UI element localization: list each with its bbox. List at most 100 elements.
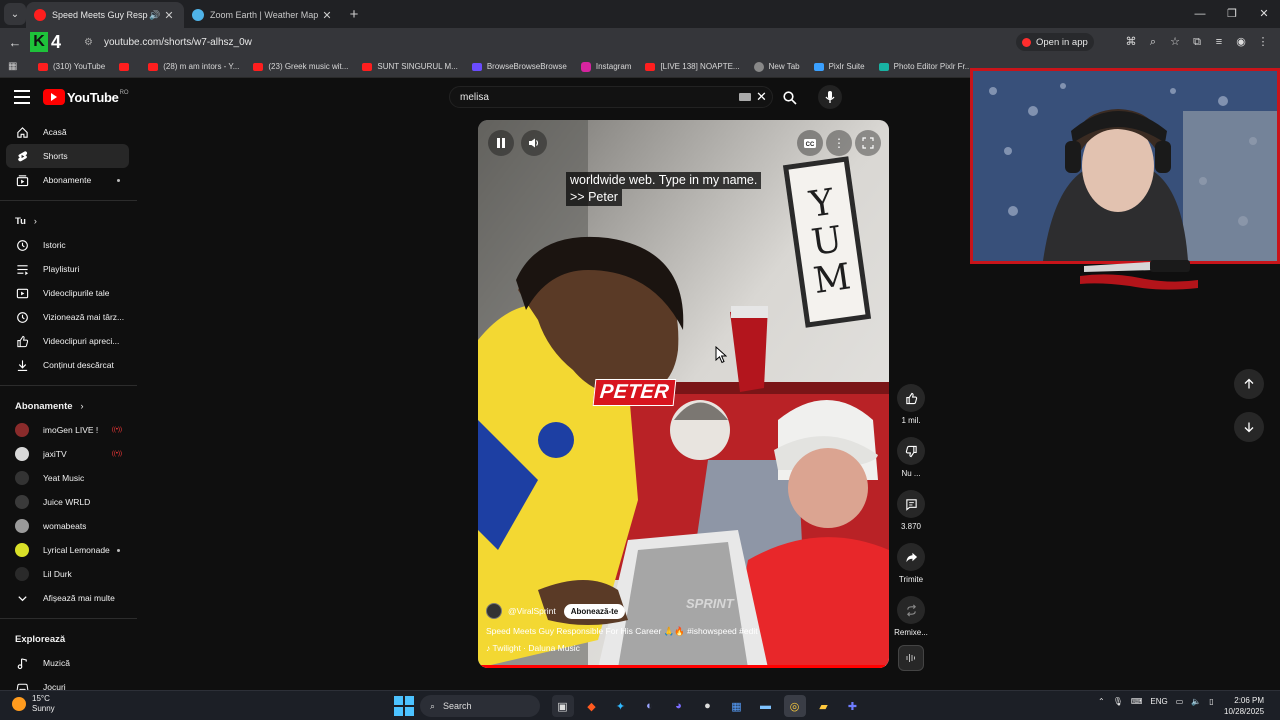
bookmark-item[interactable]: (23) Greek music wit... — [253, 62, 348, 71]
battery-icon[interactable]: ▯ — [1209, 697, 1213, 706]
sidebar-channel[interactable]: Juice WRLD — [0, 490, 140, 514]
dislike-button[interactable] — [897, 437, 925, 465]
url-field[interactable]: ⚙ youtube.com/shorts/w7-alhsz_0w — [84, 31, 944, 53]
minimize-icon[interactable]: — — [1184, 0, 1216, 28]
fullscreen-button[interactable] — [855, 130, 881, 156]
copilot-icon[interactable]: ✦ — [610, 695, 632, 717]
taskbar-search[interactable]: ⌕ Search — [420, 695, 540, 717]
menu-icon[interactable] — [14, 90, 30, 104]
profile-avatar-icon[interactable]: ◉ — [1230, 32, 1252, 52]
sidebar-item-your-videos[interactable]: Videoclipurile tale — [0, 281, 140, 305]
app-icon[interactable]: ◐ — [639, 695, 661, 717]
steam-icon[interactable]: ● — [697, 695, 719, 717]
sidebar-item-home[interactable]: Acasă — [0, 120, 140, 144]
language-indicator[interactable]: ENG — [1150, 697, 1167, 706]
browser-menu-icon[interactable]: ⋮ — [1252, 32, 1274, 52]
subscribe-button[interactable]: Abonează-te — [563, 603, 626, 619]
brave-browser-icon[interactable]: ◆ — [581, 695, 603, 717]
short-title[interactable]: Speed Meets Guy Responsible For His Care… — [486, 626, 826, 637]
captions-button[interactable]: CC — [797, 130, 823, 156]
open-in-app-button[interactable]: Open in app — [1016, 33, 1094, 51]
previous-short-button[interactable] — [1234, 369, 1264, 399]
sidebar-item-playlists[interactable]: Playlisturi — [0, 257, 140, 281]
comments-action[interactable]: 3.870 — [893, 490, 929, 543]
file-explorer-icon[interactable]: ▰ — [813, 695, 835, 717]
keyboard-icon[interactable] — [739, 93, 751, 101]
windows-start-icon[interactable] — [394, 696, 414, 716]
media-control-icon[interactable]: ≡ — [1208, 32, 1230, 52]
discord-icon[interactable]: ◕ — [668, 695, 690, 717]
taskbar-clock[interactable]: 2:06 PM 10/28/2025 — [1224, 695, 1264, 717]
bookmark-item[interactable]: SUNT SINGURUL M... — [362, 62, 458, 71]
voice-search-button[interactable] — [818, 85, 842, 109]
like-action[interactable]: 1 mil. — [893, 384, 929, 437]
sidebar-channel[interactable]: Lil Durk — [0, 562, 140, 586]
bookmark-item[interactable]: (28) m am intors - Y... — [148, 62, 239, 71]
microphone-icon[interactable]: 🎙 — [1113, 697, 1123, 706]
bookmark-item[interactable]: (310) YouTube — [38, 62, 105, 71]
comments-button[interactable] — [897, 490, 925, 518]
kick-extension-icon[interactable]: K4 — [30, 30, 72, 54]
share-action[interactable]: Trimite — [893, 543, 929, 596]
shorts-video-player[interactable]: Y U M CC ⋮ worldwide web. Type in my nam… — [478, 120, 889, 668]
volume-button[interactable] — [521, 130, 547, 156]
like-button[interactable] — [897, 384, 925, 412]
translate-icon[interactable]: ⌘ — [1120, 32, 1142, 52]
sidebar-channel[interactable]: jaxiTV ((•)) — [0, 442, 140, 466]
network-icon[interactable]: ▭ — [1176, 697, 1184, 706]
close-window-icon[interactable]: ✕ — [1248, 0, 1280, 28]
music-link[interactable]: ♪ Twilight · Daluna Music — [486, 643, 826, 653]
channel-handle[interactable]: @ViralSprint — [508, 606, 556, 616]
photos-icon[interactable]: ▬ — [755, 695, 777, 717]
sidebar-section-subscriptions[interactable]: Abonamente › — [0, 394, 140, 418]
avatar[interactable] — [486, 603, 502, 619]
bookmark-item[interactable]: New Tab — [753, 61, 800, 72]
restore-icon[interactable]: ❐ — [1216, 0, 1248, 28]
close-tab-icon[interactable]: ✕ — [162, 9, 176, 22]
weather-widget[interactable]: 15°C Sunny — [12, 694, 55, 714]
close-tab-icon[interactable]: ✕ — [320, 9, 334, 22]
calculator-icon[interactable]: ▦ — [726, 695, 748, 717]
sidebar-show-more[interactable]: Afișează mai multe — [0, 586, 140, 610]
back-icon[interactable]: ← — [4, 35, 26, 50]
sidebar-section-you[interactable]: Tu › — [0, 209, 140, 233]
search-input[interactable]: melisa ✕ — [449, 86, 773, 108]
more-options-button[interactable]: ⋮ — [826, 130, 852, 156]
teams-icon[interactable]: ✚ — [842, 695, 864, 717]
chrome-icon[interactable]: ◎ — [783, 695, 806, 717]
sidebar-item-downloads[interactable]: Conținut descărcat — [0, 353, 140, 377]
pause-button[interactable] — [488, 130, 514, 156]
bookmark-item[interactable]: Photo Editor Pixlr Fr... — [878, 62, 971, 71]
zoom-icon[interactable]: ⌕ — [1142, 32, 1164, 52]
tab-search-button[interactable]: ⌄ — [4, 3, 26, 25]
tab-zoom-earth[interactable]: Zoom Earth | Weather Map & H ✕ — [184, 2, 342, 28]
original-sound-button[interactable] — [898, 645, 924, 671]
chevron-up-icon[interactable]: ⌃ — [1098, 697, 1105, 706]
sidebar-channel[interactable]: Yeat Music — [0, 466, 140, 490]
clear-search-icon[interactable]: ✕ — [756, 89, 767, 105]
bookmark-item[interactable]: BrowseBrowseBrowse — [471, 62, 567, 71]
audio-playing-icon[interactable]: 🔊 — [148, 10, 162, 21]
sidebar-item-watch-later[interactable]: Vizionează mai târz... — [0, 305, 140, 329]
sidebar-item-shorts[interactable]: Shorts — [6, 144, 129, 168]
tab-youtube-short[interactable]: Speed Meets Guy Responsibl 🔊 ✕ — [26, 2, 184, 28]
video-progress-bar[interactable] — [478, 665, 889, 668]
keyboard-icon[interactable]: ⌨ — [1131, 697, 1143, 706]
remix-action[interactable]: Remixe... — [893, 596, 929, 649]
speaker-icon[interactable]: 🔈 — [1191, 697, 1201, 706]
sidebar-channel[interactable]: Lyrical Lemonade — [0, 538, 140, 562]
extensions-icon[interactable]: ⧉ — [1186, 32, 1208, 52]
bookmark-item[interactable]: Pixlr Suite — [813, 62, 865, 71]
apps-grid-icon[interactable]: ▦ — [8, 61, 22, 72]
sidebar-item-liked-videos[interactable]: Videoclipuri apreci... — [0, 329, 140, 353]
bookmark-item[interactable]: [LIVE 138] NOAPTE... — [645, 62, 740, 71]
next-short-button[interactable] — [1234, 412, 1264, 442]
sidebar-item-music[interactable]: Muzică — [0, 651, 140, 675]
youtube-logo[interactable]: YouTube RO — [43, 89, 129, 105]
share-button[interactable] — [897, 543, 925, 571]
sidebar-item-history[interactable]: Istoric — [0, 233, 140, 257]
bookmark-item[interactable] — [119, 62, 134, 71]
search-button[interactable] — [778, 88, 802, 108]
remix-button[interactable] — [897, 596, 925, 624]
dislike-action[interactable]: Nu ... — [893, 437, 929, 490]
